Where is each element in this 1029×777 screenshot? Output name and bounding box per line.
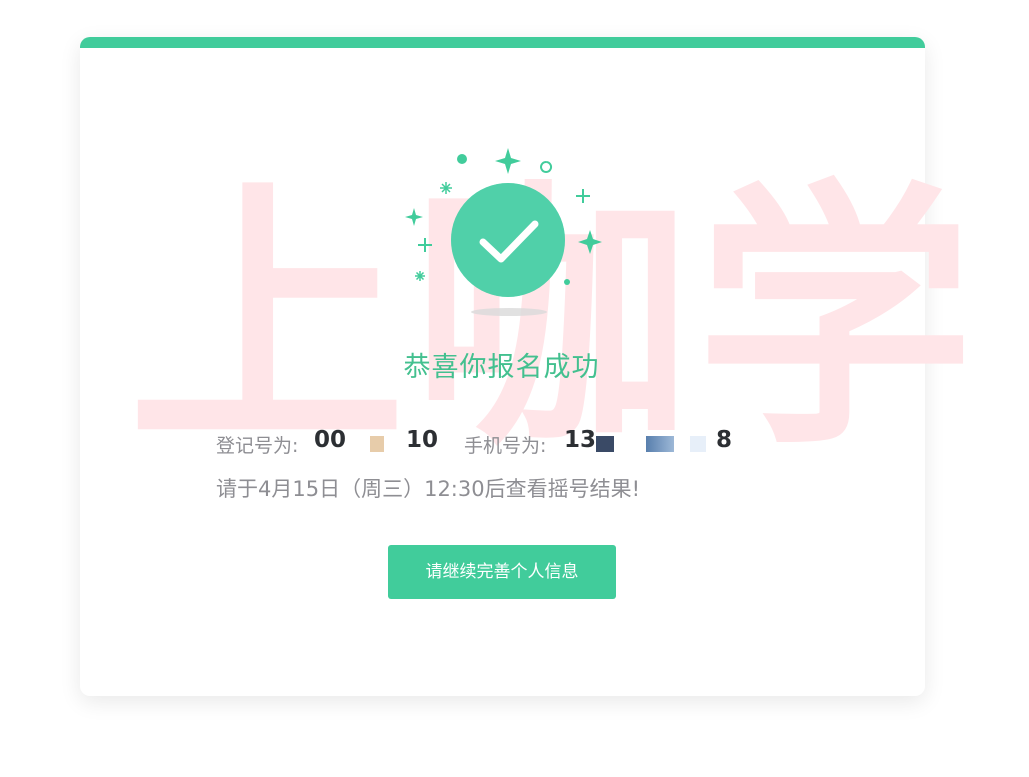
success-title: 恭喜你报名成功 <box>403 352 600 383</box>
success-illustration <box>405 145 605 325</box>
redaction-block <box>646 436 674 452</box>
phone-number-suffix: 8 <box>716 427 733 453</box>
complete-profile-button[interactable]: 请继续完善个人信息 <box>388 545 616 599</box>
card-accent-bar <box>80 37 925 48</box>
registration-number-label: 登记号为: <box>216 435 299 457</box>
registration-number-suffix: 10 <box>406 427 439 453</box>
phone-number-prefix: 13 <box>564 427 597 453</box>
phone-number-label: 手机号为: <box>464 435 547 457</box>
check-circle-icon <box>405 148 602 316</box>
redaction-block <box>690 436 706 452</box>
registration-number-prefix: 00 <box>314 427 347 453</box>
redaction-block <box>596 436 614 452</box>
lottery-result-notice: 请于4月15日（周三）12:30后查看摇号结果! <box>216 477 641 501</box>
redaction-block <box>370 436 384 452</box>
